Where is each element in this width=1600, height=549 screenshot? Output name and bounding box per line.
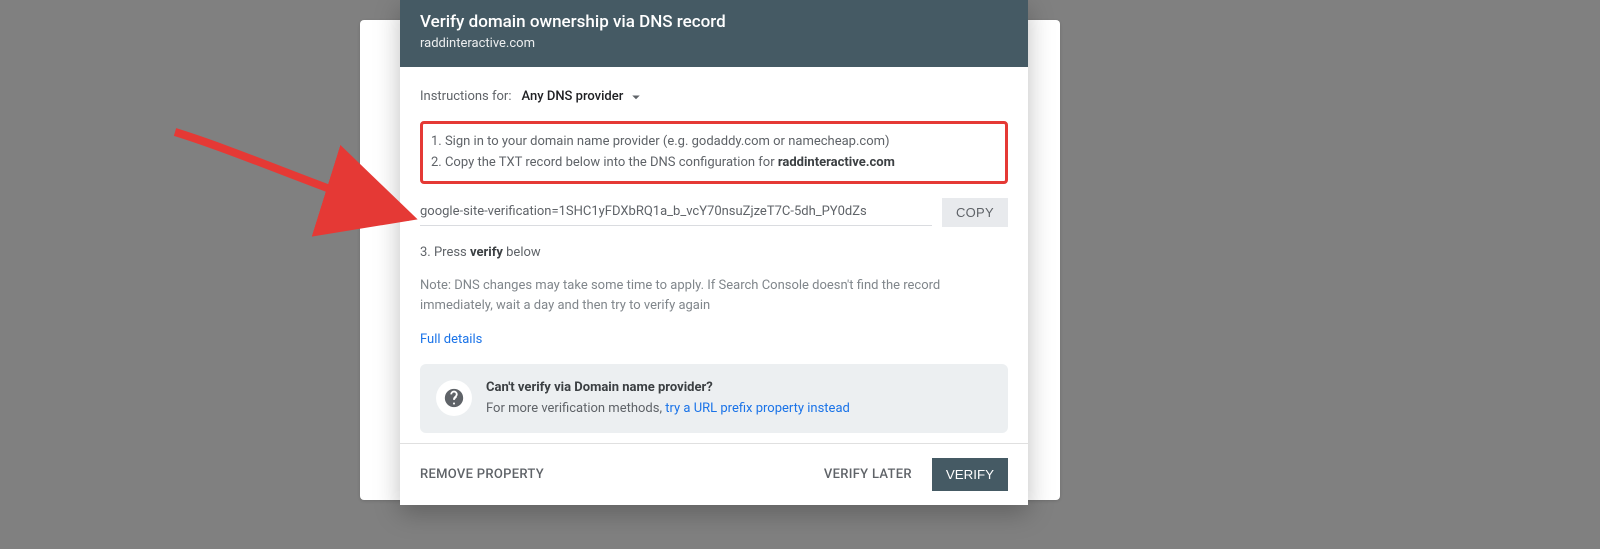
step-2-prefix: 2. Copy the TXT record below into the DN… [431, 155, 778, 170]
instructions-for-row: Instructions for: Any DNS provider [420, 87, 1008, 107]
help-icon-circle [436, 380, 472, 416]
dialog-body: Instructions for: Any DNS provider 1. Si… [400, 67, 1028, 443]
verify-later-button[interactable]: VERIFY LATER [814, 459, 922, 490]
dns-note: Note: DNS changes may take some time to … [420, 276, 1008, 315]
step-2: 2. Copy the TXT record below into the DN… [431, 153, 997, 173]
dns-provider-value: Any DNS provider [521, 87, 623, 107]
url-prefix-link[interactable]: try a URL prefix property instead [665, 401, 850, 416]
verify-button[interactable]: VERIFY [932, 458, 1008, 491]
step-3-bold: verify [470, 245, 503, 260]
alt-method-answer: For more verification methods, try a URL… [486, 399, 850, 419]
help-icon [443, 387, 465, 409]
dialog-footer: REMOVE PROPERTY VERIFY LATER VERIFY [400, 443, 1028, 505]
copy-button[interactable]: COPY [942, 198, 1008, 227]
chevron-down-icon [627, 88, 645, 106]
full-details-link[interactable]: Full details [420, 330, 482, 350]
alt-answer-prefix: For more verification methods, [486, 401, 665, 416]
alt-method-text: Can't verify via Domain name provider? F… [486, 378, 850, 419]
instructions-label: Instructions for: [420, 87, 511, 107]
step-1: 1. Sign in to your domain name provider … [431, 132, 997, 152]
step-3-suffix: below [503, 245, 541, 260]
dns-provider-select[interactable]: Any DNS provider [521, 87, 645, 107]
dialog-header: Verify domain ownership via DNS record r… [400, 0, 1028, 67]
alt-method-question: Can't verify via Domain name provider? [486, 378, 850, 398]
dialog-title: Verify domain ownership via DNS record [420, 12, 1008, 32]
remove-property-button[interactable]: REMOVE PROPERTY [420, 467, 544, 482]
txt-record-row: google-site-verification=1SHC1yFDXbRQ1a_… [420, 198, 1008, 227]
step-3-prefix: 3. Press [420, 245, 470, 260]
steps-highlight-box: 1. Sign in to your domain name provider … [420, 121, 1008, 184]
step-3: 3. Press verify below [420, 243, 1008, 263]
verify-domain-dialog: Verify domain ownership via DNS record r… [400, 0, 1028, 505]
alt-method-box: Can't verify via Domain name provider? F… [420, 364, 1008, 433]
dialog-subtitle: raddinteractive.com [420, 36, 1008, 51]
step-2-domain: raddinteractive.com [778, 155, 895, 170]
txt-record-value[interactable]: google-site-verification=1SHC1yFDXbRQ1a_… [420, 198, 932, 227]
